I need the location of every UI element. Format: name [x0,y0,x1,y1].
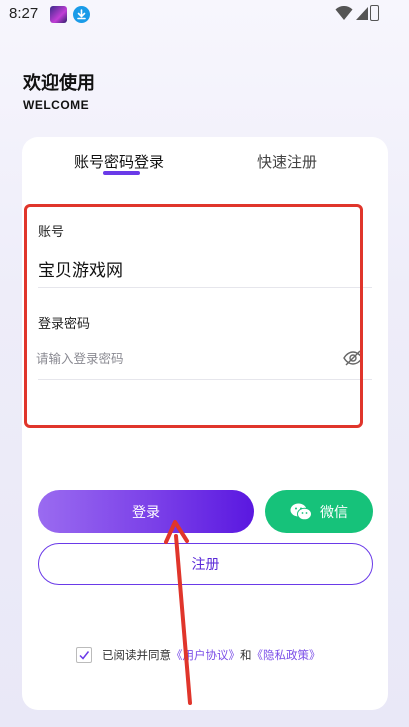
agreement-and: 和 [240,648,252,662]
login-button-label: 登录 [132,504,160,521]
login-button[interactable]: 登录 [38,490,254,533]
status-time: 8:27 [9,5,39,22]
register-button[interactable]: 注册 [38,543,373,585]
download-icon [73,6,90,23]
signal-icon [356,7,368,20]
active-tab-indicator [103,171,140,175]
tab-account-login[interactable]: 账号密码登录 [74,151,164,172]
agreement-checkbox[interactable] [76,647,92,663]
battery-icon [370,5,379,21]
tab-quick-register[interactable]: 快速注册 [257,151,317,172]
app-icon [50,6,67,23]
agreement-prefix: 已阅读并同意 [102,648,171,662]
agreement-row: 已阅读并同意 《用户协议》 和 《隐私政策》 [76,645,321,665]
form-highlight-box [24,204,363,428]
wechat-button-label: 微信 [320,504,348,521]
user-agreement-link[interactable]: 《用户协议》 [171,647,240,663]
status-bar: 8:27 [0,0,409,30]
check-icon [79,651,90,660]
welcome-subtitle: WELCOME [23,98,90,112]
privacy-policy-link[interactable]: 《隐私政策》 [252,647,321,663]
wifi-icon [335,6,353,20]
wechat-login-button[interactable]: 微信 [265,490,373,533]
welcome-title: 欢迎使用 [23,73,95,94]
register-button-label: 注册 [191,557,220,573]
wechat-icon [290,503,312,520]
